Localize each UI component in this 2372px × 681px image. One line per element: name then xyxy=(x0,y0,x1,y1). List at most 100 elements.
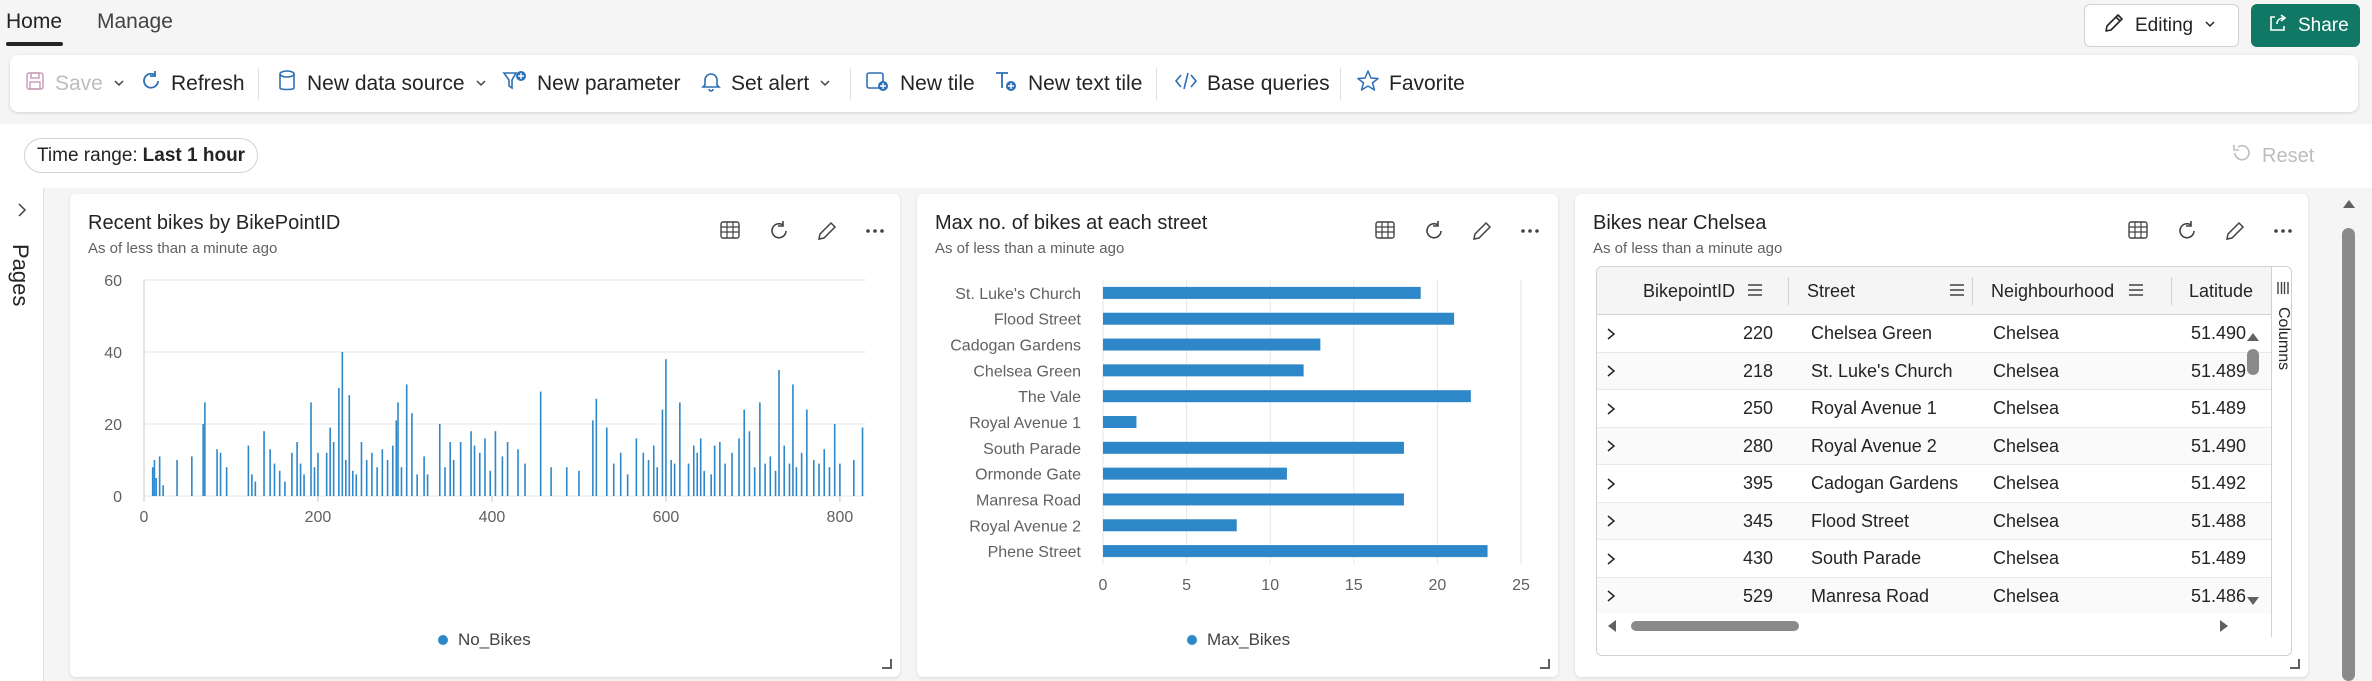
more-icon[interactable] xyxy=(862,218,888,244)
scroll-down-icon[interactable] xyxy=(2246,593,2260,611)
data-bar xyxy=(452,460,455,496)
table-row[interactable]: 345 Flood Street Chelsea 51.488 xyxy=(1597,502,2271,540)
scroll-up-icon[interactable] xyxy=(2342,196,2356,214)
expand-row-icon[interactable] xyxy=(1605,390,1629,427)
horizontal-scrollbar[interactable] xyxy=(1597,613,2271,637)
data-bar xyxy=(833,424,836,496)
table-row[interactable]: 250 Royal Avenue 1 Chelsea 51.489 xyxy=(1597,390,2271,428)
data-bar xyxy=(703,470,706,496)
table-row[interactable]: 280 Royal Avenue 2 Chelsea 51.490 xyxy=(1597,427,2271,465)
data-bar xyxy=(459,442,462,496)
column-menu-icon[interactable] xyxy=(2128,281,2144,302)
data-bar xyxy=(405,384,408,496)
tab-home[interactable]: Home xyxy=(6,10,62,34)
cell-bikepointid: 430 xyxy=(1742,548,1773,568)
more-icon[interactable] xyxy=(2270,218,2296,244)
pencil-icon[interactable] xyxy=(2222,218,2248,244)
time-range-filter[interactable]: Time range: Last 1 hour xyxy=(24,138,259,173)
refresh-icon[interactable] xyxy=(766,218,792,244)
expand-row-icon[interactable] xyxy=(1605,503,1629,540)
cell-neighbourhood: Chelsea xyxy=(1993,548,2060,568)
page-scrollbar[interactable] xyxy=(2338,188,2372,681)
x-tick-label: 0 xyxy=(140,509,149,526)
resize-handle[interactable] xyxy=(2290,659,2300,669)
table-row[interactable]: 395 Cadogan Gardens Chelsea 51.492 xyxy=(1597,465,2271,503)
pencil-icon[interactable] xyxy=(1469,218,1495,244)
new-data-source-button[interactable]: New data source xyxy=(276,55,488,112)
table-icon[interactable] xyxy=(2126,218,2152,244)
cell-neighbourhood: Chelsea xyxy=(1993,360,2060,381)
save-button[interactable]: Save xyxy=(24,55,126,112)
table-row[interactable]: 220 Chelsea Green Chelsea 51.490 xyxy=(1597,315,2271,353)
horizontal-scrollbar-thumb[interactable] xyxy=(1631,621,1799,631)
expand-row-icon[interactable] xyxy=(1605,428,1629,465)
new-text-tile-button[interactable]: New text tile xyxy=(993,55,1142,112)
reset-label: Reset xyxy=(2262,144,2315,167)
resize-handle[interactable] xyxy=(1540,659,1550,669)
columns-panel-toggle[interactable]: Columns xyxy=(2271,267,2291,637)
more-icon[interactable] xyxy=(1517,218,1543,244)
refresh-icon[interactable] xyxy=(1421,218,1447,244)
expand-row-icon[interactable] xyxy=(1605,540,1629,577)
chevron-down-icon xyxy=(818,72,832,96)
data-bar xyxy=(792,384,794,496)
grid-header: BikepointID Street Neighbourhood Latitud… xyxy=(1597,267,2271,315)
scroll-right-icon[interactable] xyxy=(2219,619,2229,638)
new-tile-button[interactable]: New tile xyxy=(865,55,975,112)
pages-panel[interactable]: Pages xyxy=(0,188,44,681)
table-row[interactable]: 529 Manresa Road Chelsea 51.486 xyxy=(1597,577,2271,615)
data-bar xyxy=(656,467,659,496)
data-bar xyxy=(219,452,222,496)
column-header-neighbourhood[interactable]: Neighbourhood xyxy=(1991,267,2144,315)
pencil-icon[interactable] xyxy=(814,218,840,244)
expand-row-icon[interactable] xyxy=(1605,578,1629,615)
column-header-latitude[interactable]: Latitude xyxy=(2189,267,2253,315)
data-bar xyxy=(1103,338,1321,351)
base-queries-button[interactable]: Base queries xyxy=(1174,55,1330,112)
column-header-bikepointid[interactable]: BikepointID xyxy=(1643,267,1763,315)
expand-row-icon[interactable] xyxy=(1605,353,1629,390)
resize-handle[interactable] xyxy=(882,659,892,669)
data-bar xyxy=(1103,286,1421,299)
table-icon[interactable] xyxy=(1373,218,1399,244)
editing-mode-button[interactable]: Editing xyxy=(2084,4,2239,47)
time-range-label: Time range: xyxy=(37,144,138,166)
new-parameter-button[interactable]: New parameter xyxy=(502,55,681,112)
y-tick-label: 60 xyxy=(104,273,122,290)
cell-latitude: 51.488 xyxy=(2191,510,2247,531)
share-button[interactable]: Share xyxy=(2251,4,2360,47)
column-header-street[interactable]: Street xyxy=(1807,267,1965,315)
refresh-icon[interactable] xyxy=(2174,218,2200,244)
column-menu-icon[interactable] xyxy=(1747,281,1763,302)
data-bar xyxy=(1103,545,1488,558)
cell-street: Cadogan Gardens xyxy=(1811,473,1959,493)
command-toolbar: Save Refresh New data source New paramet… xyxy=(10,55,2358,112)
table-row[interactable]: 218 St. Luke's Church Chelsea 51.489 xyxy=(1597,352,2271,390)
base-queries-label: Base queries xyxy=(1207,71,1330,95)
data-bar xyxy=(365,460,368,496)
column-menu-icon[interactable] xyxy=(1949,281,1965,302)
reset-button[interactable]: Reset xyxy=(2230,142,2314,170)
expand-row-icon[interactable] xyxy=(1605,315,1629,352)
scroll-left-icon[interactable] xyxy=(1607,619,1617,638)
favorite-button[interactable]: Favorite xyxy=(1356,55,1465,112)
data-bar xyxy=(254,481,257,496)
filter-bar: Time range: Last 1 hour Reset xyxy=(0,124,2372,188)
table-row[interactable]: 430 South Parade Chelsea 51.489 xyxy=(1597,540,2271,578)
refresh-button[interactable]: Refresh xyxy=(140,55,245,112)
y-tick-label: 20 xyxy=(104,417,122,434)
table-icon[interactable] xyxy=(718,218,744,244)
chevron-right-icon[interactable] xyxy=(14,202,30,223)
vertical-scrollbar-thumb[interactable] xyxy=(2247,349,2259,375)
data-bar xyxy=(828,467,831,496)
expand-row-icon[interactable] xyxy=(1605,465,1629,502)
page-scrollbar-thumb[interactable] xyxy=(2342,228,2355,681)
data-bar xyxy=(371,452,373,496)
tab-manage[interactable]: Manage xyxy=(97,10,173,34)
set-alert-button[interactable]: Set alert xyxy=(700,55,832,112)
data-bar xyxy=(310,402,312,496)
data-bar xyxy=(345,460,347,496)
scroll-up-icon[interactable] xyxy=(2246,329,2260,347)
data-bar xyxy=(416,474,418,496)
data-bar xyxy=(652,445,655,496)
